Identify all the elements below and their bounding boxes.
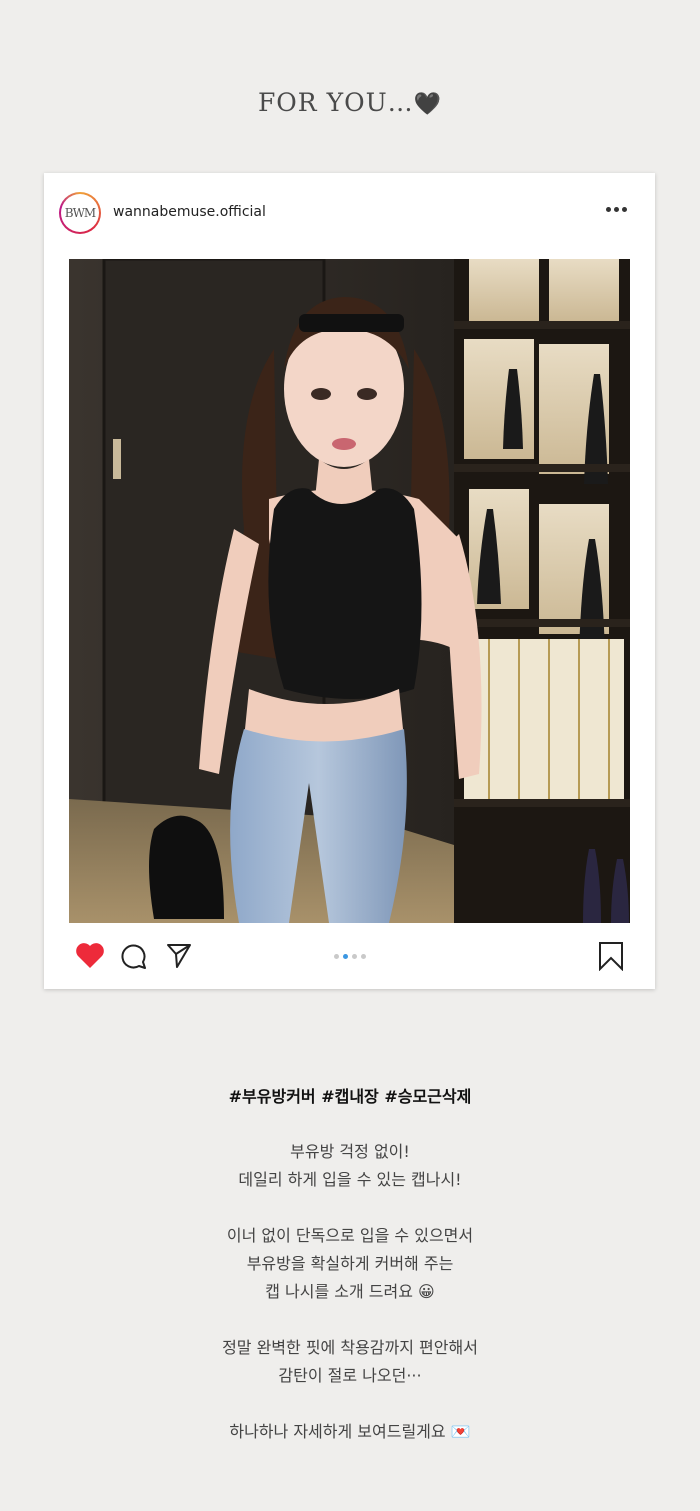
carousel-dot (361, 954, 366, 959)
carousel-dot-active (343, 954, 348, 959)
bookmark-icon[interactable] (598, 941, 624, 971)
caption-paragraph-1: 부유방 걱정 없이! 데일리 하게 입을 수 있는 캡나시! (0, 1138, 700, 1194)
page-title: FOR YOU…🖤 (0, 88, 700, 117)
caption-paragraph-4: 하나하나 자세하게 보여드릴게요 💌 (0, 1418, 700, 1446)
caption-line: 캡 나시를 소개 드려요 😀 (265, 1282, 435, 1301)
carousel-indicator (334, 954, 366, 959)
post-header: BWM wannabemuse.official (44, 173, 655, 257)
username[interactable]: wannabemuse.official (113, 204, 266, 220)
caption-line: 이너 없이 단독으로 입을 수 있으면서 (226, 1226, 474, 1245)
caption-line: 정말 완벽한 핏에 착용감까지 편안해서 (222, 1338, 478, 1357)
instagram-post-card: BWM wannabemuse.official (44, 173, 655, 989)
avatar[interactable]: BWM (59, 192, 101, 234)
caption-paragraph-2: 이너 없이 단독으로 입을 수 있으면서 부유방을 확실하게 커버해 주는 캡 … (0, 1222, 700, 1306)
carousel-dot (352, 954, 357, 959)
post-actions-bar (44, 925, 655, 989)
page-title-text: FOR YOU… (257, 88, 414, 117)
carousel-dot (334, 954, 339, 959)
caption-line: 하나하나 자세하게 보여드릴게요 💌 (229, 1422, 471, 1441)
caption-line: 부유방 걱정 없이! (290, 1142, 410, 1161)
more-horizontal-icon[interactable] (606, 207, 627, 212)
black-heart-icon: 🖤 (413, 92, 443, 117)
heart-icon[interactable] (75, 942, 105, 969)
caption-paragraph-3: 정말 완벽한 핏에 착용감까지 편안해서 감탄이 절로 나오던··· (0, 1334, 700, 1390)
comment-icon[interactable] (119, 942, 147, 970)
caption-line: 부유방을 확실하게 커버해 주는 (246, 1254, 454, 1273)
hashtags: #부유방커버 #캡내장 #승모근삭제 (228, 1087, 472, 1106)
send-icon[interactable] (165, 941, 193, 969)
photo-illustration (69, 259, 630, 923)
caption-line: 데일리 하게 입을 수 있는 캡나시! (238, 1170, 462, 1189)
avatar-logo-text: BWM (61, 194, 99, 232)
caption-line: 감탄이 절로 나오던··· (278, 1366, 422, 1385)
post-photo[interactable] (69, 259, 630, 923)
